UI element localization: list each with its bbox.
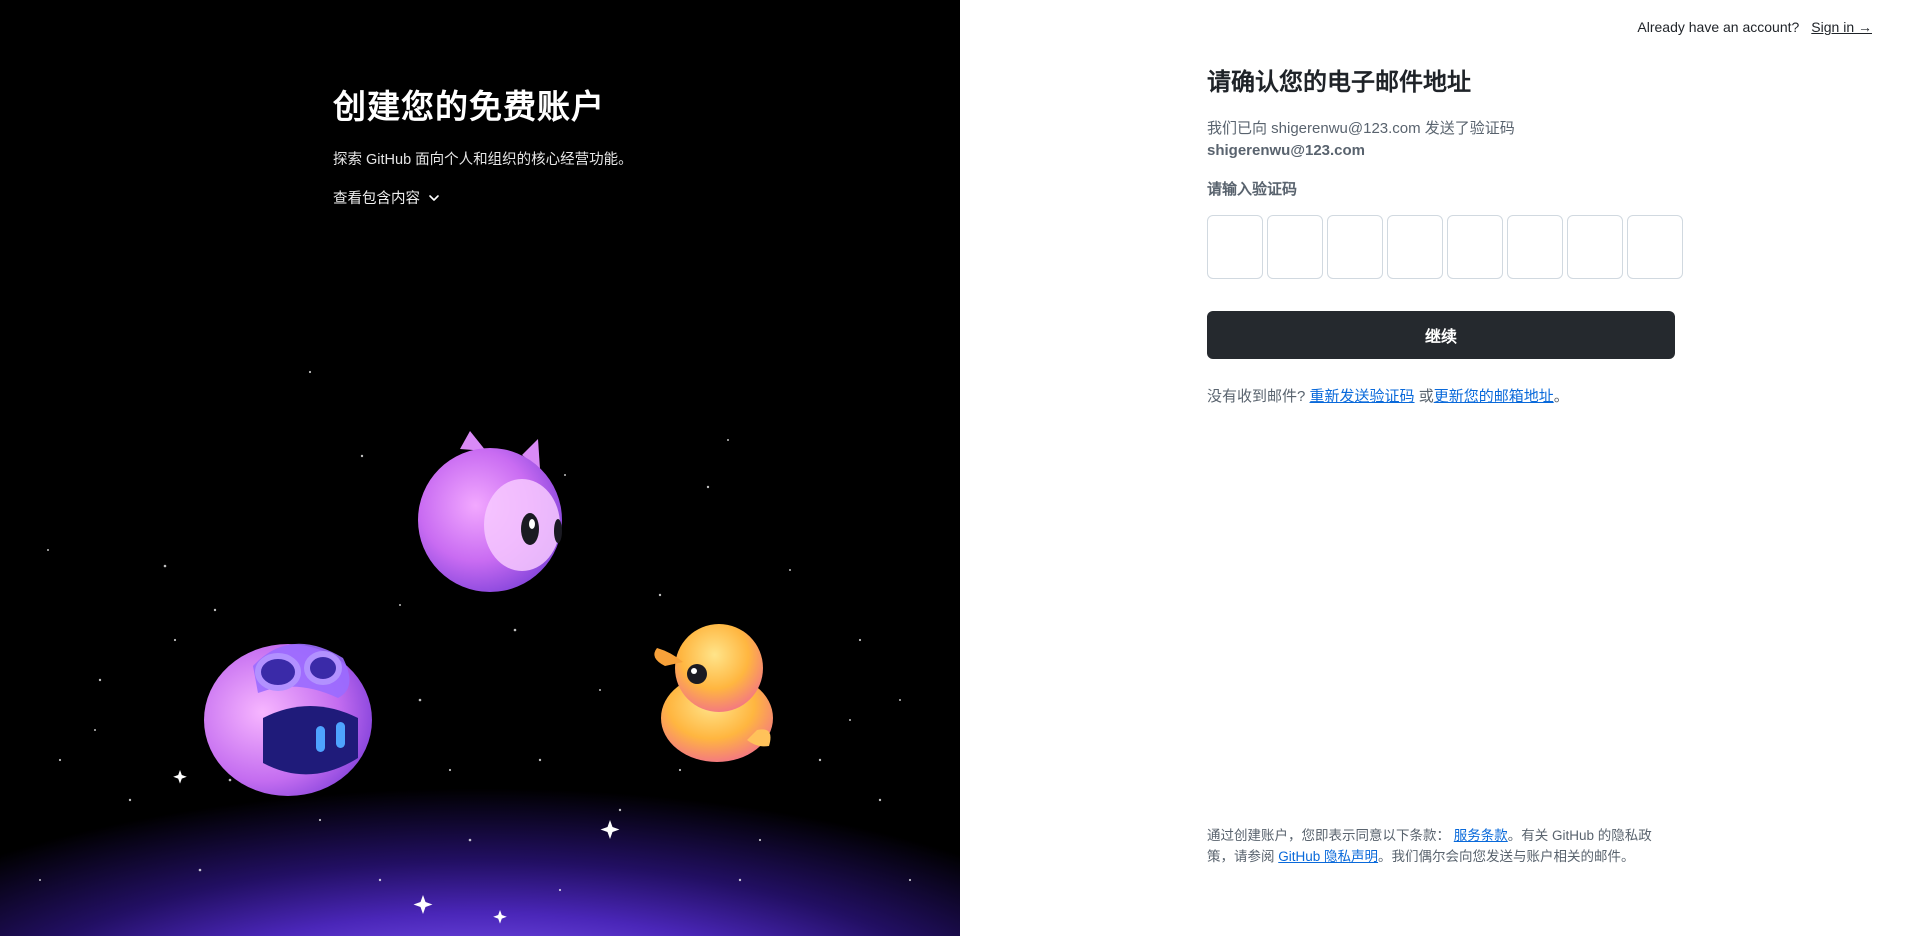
or-text: 或 (1414, 388, 1434, 405)
duck-mascot-icon (654, 624, 773, 762)
chevron-down-icon (429, 194, 439, 201)
sign-in-link[interactable]: Sign in → (1811, 19, 1872, 35)
page-title: 请确认您的电子邮件地址 (1207, 69, 1471, 96)
terms-part-1: 通过创建账户，您即表示同意以下条款： (1207, 828, 1450, 843)
resend-line: 没有收到邮件? 重新发送验证码 或更新您的邮箱地址。 (1207, 385, 1675, 406)
code-digit-4[interactable] (1387, 215, 1443, 279)
hero-panel: 创建您的免费账户 探索 GitHub 面向个人和组织的核心经营功能。 查看包含内… (0, 0, 960, 936)
code-digit-7[interactable] (1567, 215, 1623, 279)
see-included-toggle[interactable]: 查看包含内容 (333, 187, 633, 208)
octocat-mascot-icon (418, 431, 562, 592)
code-digit-1[interactable] (1207, 215, 1263, 279)
code-sent-message: 我们已向 shigerenwu@123.com 发送了验证码 (1207, 120, 1515, 137)
terms-notice: 通过创建账户，您即表示同意以下条款： 服务条款。有关 GitHub 的隐私政策，… (1207, 825, 1675, 867)
update-email-link[interactable]: 更新您的邮箱地址 (1434, 388, 1554, 405)
continue-button[interactable]: 继续 (1207, 311, 1675, 359)
resend-code-link[interactable]: 重新发送验证码 (1310, 388, 1415, 405)
code-digit-3[interactable] (1327, 215, 1383, 279)
terms-of-service-link[interactable]: 服务条款 (1454, 828, 1508, 843)
hero-subtitle: 探索 GitHub 面向个人和组织的核心经营功能。 (333, 152, 633, 168)
code-digit-8[interactable] (1627, 215, 1683, 279)
copilot-mascot-icon (204, 643, 372, 796)
privacy-statement-link[interactable]: GitHub 隐私声明 (1278, 849, 1378, 864)
form-panel: Already have an account? Sign in → 请确认您的… (960, 0, 1920, 936)
hero-title: 创建您的免费账户 (333, 88, 605, 125)
verify-email-form: 请确认您的电子邮件地址 我们已向 shigerenwu@123.com 发送了验… (1207, 62, 1683, 406)
code-input-group (1207, 215, 1683, 279)
terms-part-3: 。我们偶尔会向您发送与账户相关的邮件。 (1378, 849, 1635, 864)
code-digit-5[interactable] (1447, 215, 1503, 279)
end-punct: 。 (1553, 388, 1569, 405)
email-address: shigerenwu@123.com (1207, 142, 1366, 159)
signin-prompt: Already have an account? Sign in → (1637, 19, 1872, 35)
code-label: 请输入验证码 (1207, 181, 1298, 198)
code-digit-2[interactable] (1267, 215, 1323, 279)
already-account-text: Already have an account? (1637, 19, 1800, 35)
code-digit-6[interactable] (1507, 215, 1563, 279)
resend-prefix: 没有收到邮件? (1207, 388, 1306, 405)
see-included-label: 查看包含内容 (333, 191, 420, 207)
